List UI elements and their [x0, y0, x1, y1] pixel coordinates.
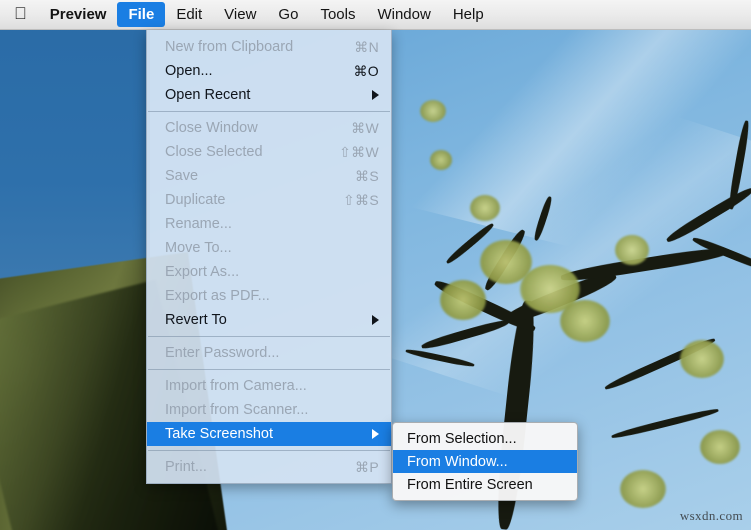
submenu-arrow-icon — [372, 90, 379, 100]
menu-item-label: Close Window — [165, 120, 258, 136]
apple-icon[interactable]:  — [14, 5, 27, 22]
submenu-item-label: From Window... — [407, 453, 508, 470]
menu-item-import-from-scanner: Import from Scanner... — [147, 398, 391, 422]
menu-item-new-from-clipboard: New from Clipboard ⌘N — [147, 35, 391, 59]
submenu-item-from-selection[interactable]: From Selection... — [393, 427, 577, 450]
submenu-item-from-entire-screen[interactable]: From Entire Screen — [393, 473, 577, 496]
menu-item-save: Save ⌘S — [147, 164, 391, 188]
menu-item-label: Revert To — [165, 312, 227, 328]
menu-item-label: Take Screenshot — [165, 426, 274, 442]
sky-shadow-region — [0, 0, 150, 300]
menu-bar-item-view[interactable]: View — [213, 2, 267, 27]
menu-item-export-as-pdf: Export as PDF... — [147, 284, 391, 308]
menu-separator — [148, 369, 390, 370]
menu-item-label: Enter Password... — [165, 345, 280, 361]
menu-item-shortcut: ⇧⌘W — [339, 143, 379, 160]
menu-item-label: Rename... — [165, 216, 232, 232]
menu-item-label: Print... — [165, 459, 207, 475]
menu-item-shortcut: ⇧⌘S — [343, 191, 379, 208]
menu-item-shortcut: ⌘O — [353, 62, 379, 79]
menu-item-revert-to[interactable]: Revert To — [147, 308, 391, 332]
menu-item-label: Import from Scanner... — [165, 402, 309, 418]
menu-separator — [148, 450, 390, 451]
menu-item-shortcut: ⌘S — [355, 167, 379, 184]
menu-separator — [148, 111, 390, 112]
menu-bar-item-go[interactable]: Go — [267, 2, 309, 27]
submenu-arrow-icon — [372, 315, 379, 325]
menu-item-shortcut: ⌘N — [354, 38, 379, 55]
menu-bar-item-window[interactable]: Window — [366, 2, 441, 27]
menu-bar-item-edit[interactable]: Edit — [165, 2, 213, 27]
submenu-arrow-icon — [372, 429, 379, 439]
menu-item-label: Close Selected — [165, 144, 263, 160]
menu-bar-item-help[interactable]: Help — [442, 2, 495, 27]
menu-item-label: Export As... — [165, 264, 240, 280]
menu-item-close-selected: Close Selected ⇧⌘W — [147, 140, 391, 164]
menu-item-move-to: Move To... — [147, 236, 391, 260]
menu-bar-items: Preview File Edit View Go Tools Window Help — [39, 2, 495, 27]
menu-item-label: Duplicate — [165, 192, 226, 208]
menu-item-take-screenshot[interactable]: Take Screenshot — [147, 422, 391, 446]
submenu-item-from-window[interactable]: From Window... — [393, 450, 577, 473]
menu-item-label: Move To... — [165, 240, 232, 256]
menu-item-export-as: Export As... — [147, 260, 391, 284]
menu-bar-item-tools[interactable]: Tools — [309, 2, 366, 27]
menu-item-label: Import from Camera... — [165, 378, 307, 394]
menu-item-open[interactable]: Open... ⌘O — [147, 59, 391, 83]
menu-separator — [148, 336, 390, 337]
menu-item-duplicate: Duplicate ⇧⌘S — [147, 188, 391, 212]
menu-bar:  PreviewFileEditViewGoToolsWindowHelp — [0, 0, 751, 30]
menu-item-label: Open Recent — [165, 87, 251, 103]
submenu-item-label: From Selection... — [407, 430, 517, 447]
menu-item-import-from-camera: Import from Camera... — [147, 374, 391, 398]
menu-item-label: Open... — [165, 63, 213, 79]
menu-item-shortcut: ⌘W — [351, 119, 379, 136]
submenu-item-label: From Entire Screen — [407, 476, 533, 493]
menu-item-close-window: Close Window ⌘W — [147, 116, 391, 140]
menu-bar-item-preview[interactable]: Preview — [39, 2, 118, 27]
take-screenshot-submenu: From Selection... From Window... From Enti… — [392, 422, 578, 501]
watermark: wsxdn.com — [679, 508, 743, 523]
menu-item-label: Save — [165, 168, 199, 184]
menu-item-label: Export as PDF... — [165, 288, 270, 304]
menu-bar-item-file[interactable]: File — [117, 2, 166, 27]
menu-item-enter-password: Enter Password... — [147, 341, 391, 365]
menu-item-rename: Rename... — [147, 212, 391, 236]
menu-item-open-recent[interactable]: Open Recent — [147, 83, 391, 107]
file-menu-dropdown: New from Clipboard ⌘N Open... ⌘O Open Recent… — [146, 30, 392, 484]
menu-item-label: New from Clipboard — [165, 39, 294, 55]
menu-item-shortcut: ⌘P — [355, 458, 379, 475]
menu-item-print: Print... ⌘P — [147, 455, 391, 479]
